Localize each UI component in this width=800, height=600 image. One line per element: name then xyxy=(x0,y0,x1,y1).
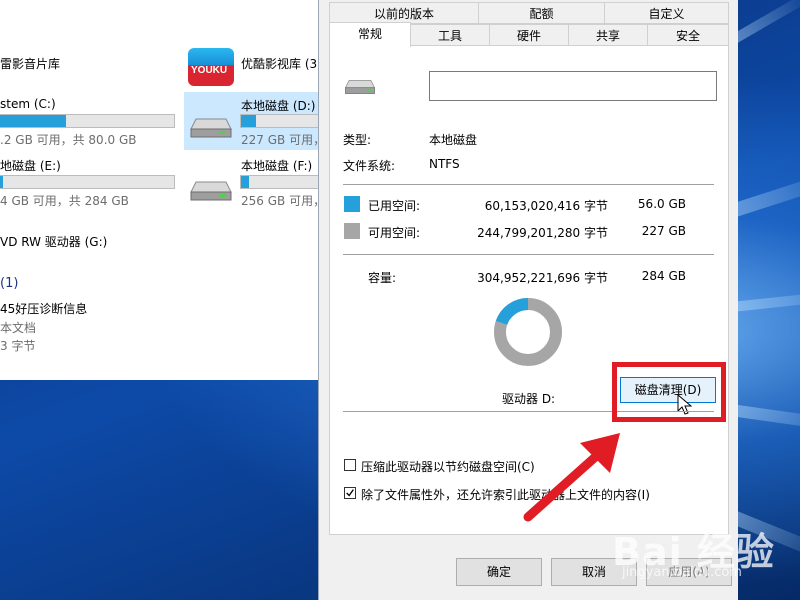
drive-d-usage-bar xyxy=(240,114,318,128)
capacity-bytes: 304,952,221,696 字节 xyxy=(477,271,608,285)
drive-c-usage-bar xyxy=(0,114,175,128)
youku-logo-icon: YOUKU xyxy=(188,48,234,86)
hard-drive-icon xyxy=(344,80,376,94)
free-space-bytes: 244,799,201,280 字节 xyxy=(477,226,608,240)
tab-sharing[interactable]: 共享 xyxy=(568,24,648,46)
tab-previous-versions[interactable]: 以前的版本 xyxy=(329,2,479,24)
disk-usage-donut-chart xyxy=(494,298,562,366)
capacity-size: 284 GB xyxy=(641,269,686,283)
drive-e-usage-bar xyxy=(0,175,175,189)
tab-general[interactable]: 常规 xyxy=(329,22,411,47)
used-space-size: 56.0 GB xyxy=(637,197,686,211)
hard-drive-icon xyxy=(190,181,232,201)
library-thunder-video[interactable]: 雷影音片库 xyxy=(0,55,60,72)
free-space-label: 可用空间: xyxy=(368,226,421,240)
file-size: 3 字节 xyxy=(0,339,36,353)
used-space-bytes: 60,153,020,416 字节 xyxy=(484,199,608,213)
drive-e-name[interactable]: 地磁盘 (E:) xyxy=(0,157,61,174)
separator xyxy=(343,254,714,255)
filesystem-value: NTFS xyxy=(429,157,460,171)
tab-hardware[interactable]: 硬件 xyxy=(489,24,569,46)
type-value: 本地磁盘 xyxy=(429,133,478,147)
file-explorer-window: 雷影音片库 YOUKU 优酷影视库 (3 stem (C:) .2 GB 可用，… xyxy=(0,0,385,380)
group-header[interactable]: (1) xyxy=(0,276,18,291)
used-space-swatch xyxy=(344,196,360,212)
highlight-box xyxy=(612,362,726,422)
library-youku-video[interactable]: 优酷影视库 (3 xyxy=(241,55,317,72)
compress-checkbox[interactable] xyxy=(344,459,356,471)
drive-f-name[interactable]: 本地磁盘 (F:) xyxy=(241,157,312,174)
file-name[interactable]: 45好压诊断信息 xyxy=(0,300,87,317)
tab-tools[interactable]: 工具 xyxy=(410,24,490,46)
baidu-watermark-url: jingyan.baidu.com xyxy=(622,565,742,580)
drive-e-info: 4 GB 可用，共 284 GB xyxy=(0,194,129,208)
drive-c-info: .2 GB 可用，共 80.0 GB xyxy=(0,133,137,147)
type-label: 类型: xyxy=(343,133,372,147)
ok-button[interactable]: 确定 xyxy=(456,558,542,586)
drive-name-input[interactable] xyxy=(429,71,717,101)
drive-f-usage-bar xyxy=(240,175,318,189)
drive-letter-label: 驱动器 D: xyxy=(502,392,556,406)
checkmark-icon xyxy=(346,489,354,497)
capacity-label: 容量: xyxy=(368,271,397,285)
drive-d-name[interactable]: 本地磁盘 (D:) xyxy=(241,97,315,114)
tab-security[interactable]: 安全 xyxy=(647,24,729,46)
separator xyxy=(343,184,714,185)
index-checkbox[interactable] xyxy=(344,487,356,499)
tab-quota[interactable]: 配额 xyxy=(478,2,605,24)
annotation-arrow-icon xyxy=(523,433,620,522)
filesystem-label: 文件系统: xyxy=(343,159,396,173)
file-type: 本文档 xyxy=(0,321,37,335)
hard-drive-icon xyxy=(190,118,232,138)
free-space-swatch xyxy=(344,223,360,239)
used-space-slice xyxy=(495,298,529,326)
used-space-label: 已用空间: xyxy=(368,199,421,213)
tab-customize[interactable]: 自定义 xyxy=(604,2,729,24)
drive-c-name[interactable]: stem (C:) xyxy=(0,97,56,111)
drive-g-name[interactable]: VD RW 驱动器 (G:) xyxy=(0,233,107,250)
compress-option-label[interactable]: 压缩此驱动器以节约磁盘空间(C) xyxy=(361,458,535,475)
free-space-size: 227 GB xyxy=(641,224,686,238)
